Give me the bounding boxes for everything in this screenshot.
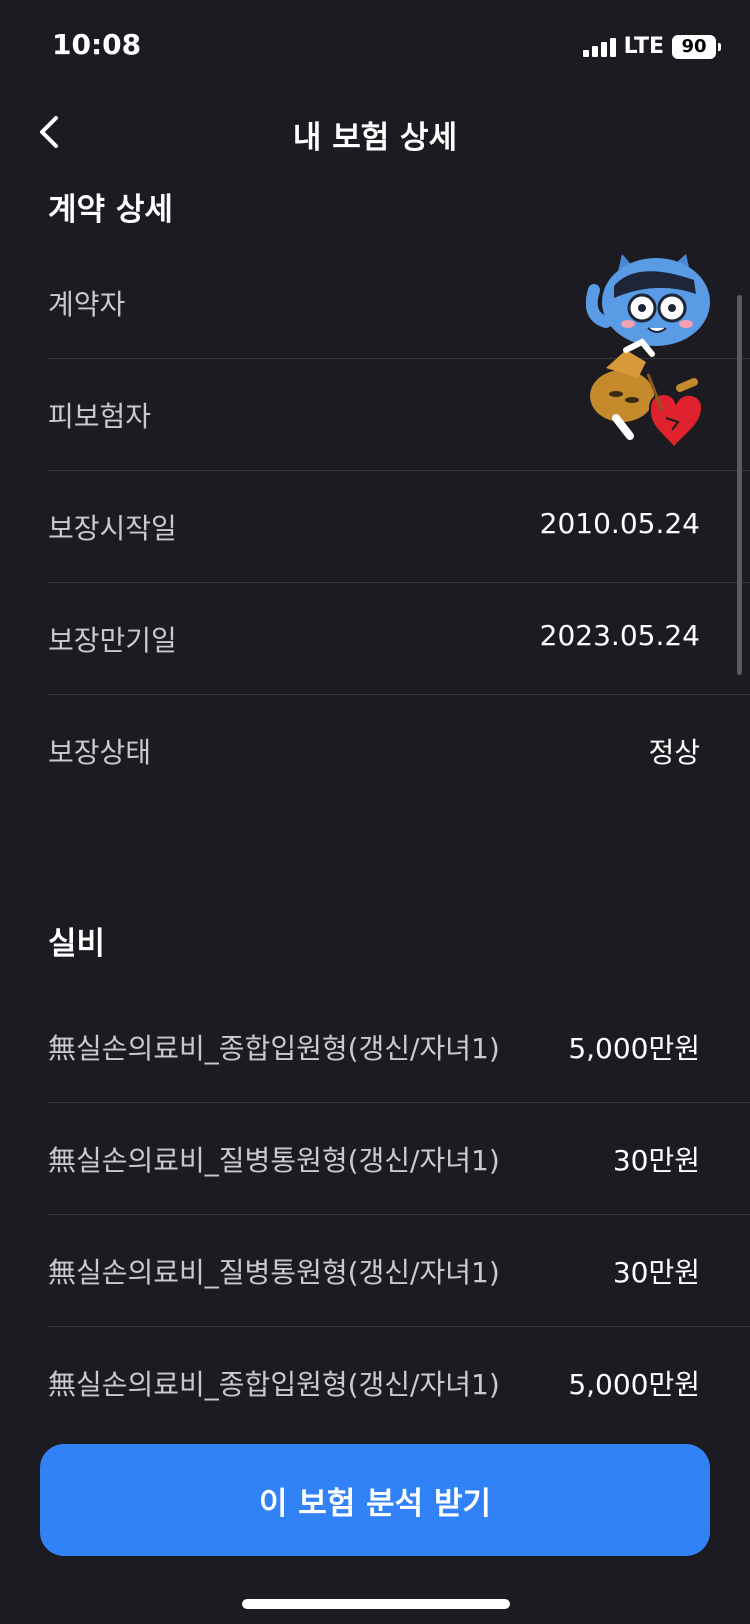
row-label: 無실손의료비_종합입원형(갱신/자녀1)	[48, 1032, 500, 1065]
battery-level: 90	[681, 36, 707, 57]
medical-section-title: 실비	[48, 926, 106, 962]
status-bar: 10:08 LTE 90	[0, 0, 750, 92]
row-label: 피보험자	[48, 400, 152, 433]
row-value: 30만원	[612, 1144, 700, 1177]
contract-row-status: 보장상태 정상	[48, 695, 750, 806]
row-label: 보장상태	[48, 736, 152, 769]
row-value: 2010.05.24	[539, 507, 700, 540]
medical-row: 無실손의료비_질병통원형(갱신/자녀1) 30만원	[48, 1103, 750, 1215]
analyze-insurance-button[interactable]: 이 보험 분석 받기	[40, 1444, 710, 1556]
row-label: 계약자	[48, 288, 126, 321]
row-value: 5,000만원	[568, 1368, 700, 1401]
signal-icon	[582, 37, 616, 57]
row-label: 無실손의료비_질병통원형(갱신/자녀1)	[48, 1144, 500, 1177]
home-indicator[interactable]	[242, 1599, 510, 1609]
row-label: 보장시작일	[48, 512, 177, 545]
page-title: 내 보험 상세	[292, 120, 458, 156]
row-value: 2023.05.24	[539, 619, 700, 652]
medical-row: 無실손의료비_종합입원형(갱신/자녀1) 5,000만원	[48, 1327, 750, 1438]
row-value: 30만원	[612, 1256, 700, 1289]
status-time: 10:08	[52, 28, 142, 61]
row-value: 정상	[648, 736, 700, 769]
status-indicators: LTE 90	[582, 34, 721, 59]
medical-row: 無실손의료비_질병통원형(갱신/자녀1) 30만원	[48, 1215, 750, 1327]
row-label: 보장만기일	[48, 624, 177, 657]
battery-icon: 90	[672, 34, 721, 59]
row-value: 5,000만원	[568, 1032, 700, 1065]
contract-section-title: 계약 상세	[48, 192, 173, 228]
row-label: 無실손의료비_질병통원형(갱신/자녀1)	[48, 1256, 500, 1289]
network-label: LTE	[623, 34, 664, 59]
contract-row-end-date: 보장만기일 2023.05.24	[48, 583, 750, 695]
contract-row-start-date: 보장시작일 2010.05.24	[48, 471, 750, 583]
character-sticker-icon	[585, 250, 718, 470]
row-label: 無실손의료비_종합입원형(갱신/자녀1)	[48, 1368, 500, 1401]
navigation-bar: 내 보험 상세	[0, 92, 750, 172]
scrollbar[interactable]	[737, 295, 742, 675]
medical-row: 無실손의료비_종합입원형(갱신/자녀1) 5,000만원	[48, 991, 750, 1103]
